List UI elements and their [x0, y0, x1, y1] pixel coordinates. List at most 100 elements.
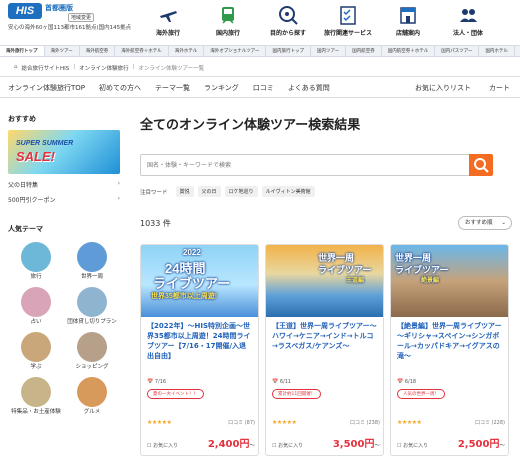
tab-overseas-tour[interactable]: 海外ツアー: [45, 46, 80, 56]
tour-image: 世界一周 ライブツアー 王道編: [266, 245, 383, 317]
sub-nav: オンライン体験旅行TOP 初めての方へ テーマ一覧 ランキング 口コミ よくある…: [0, 76, 520, 98]
tab-overseas-optional[interactable]: 海外オプショナルツアー: [204, 46, 267, 56]
review-count[interactable]: 口コミ (238): [350, 419, 380, 426]
train-icon: [217, 4, 239, 26]
breadcrumb: ⌂ 総合旅行サイトHIS | オンライン体験旅行 | オンライン体験ツアー一覧: [14, 64, 205, 72]
subnav-reviews[interactable]: 口コミ: [253, 83, 274, 93]
theme-image: [21, 377, 51, 407]
subnav-ranking[interactable]: ランキング: [204, 83, 239, 93]
theme-souvenir[interactable]: 特集品・お土産体験: [8, 377, 64, 416]
people-icon: [457, 4, 479, 26]
theme-fortune[interactable]: 占い: [8, 287, 64, 326]
search-input[interactable]: [141, 155, 461, 175]
theme-gourmet[interactable]: グルメ: [64, 377, 120, 416]
subnav-first-time[interactable]: 初めての方へ: [99, 83, 141, 93]
tab-domestic-hotel[interactable]: 国内ホテル: [479, 46, 515, 56]
nav-purpose[interactable]: 目的から探す: [258, 4, 318, 37]
region-label: 首都圏版: [45, 4, 73, 12]
review-count[interactable]: 口コミ (87): [228, 419, 255, 426]
theme-image: [21, 332, 51, 362]
coupon-link[interactable]: 500円引クーポン ›: [8, 189, 120, 204]
home-icon: ⌂: [14, 64, 18, 70]
tour-badge: 累計約11回開催！: [272, 389, 322, 399]
tour-title[interactable]: 【2022年】～HIS特別企画～世界35都市以上周遊！24時間ライブツアー【7/…: [141, 317, 258, 379]
popular-themes-heading: 人気テーマ: [8, 225, 43, 233]
store-icon: [397, 4, 419, 26]
favorite-checkbox[interactable]: ☐ お気に入り: [272, 442, 303, 449]
main-content: 全てのオンライン体験ツアー検索結果 注目ワード 賞悦 父の日 ロケ地巡り ルイヴ…: [140, 114, 512, 456]
theme-image: [21, 242, 51, 272]
tour-card[interactable]: 世界一周 ライブツアー 王道編 【王道】世界一周ライブツアー～ハワイ→ケニア→イ…: [265, 244, 384, 456]
tab-domestic-tour[interactable]: 国内ツアー: [311, 46, 347, 56]
tab-overseas-air[interactable]: 海外航空券: [80, 46, 116, 56]
chevron-right-icon: ›: [117, 180, 120, 187]
theme-travel[interactable]: 旅行: [8, 242, 64, 281]
nav-corporate[interactable]: 法人・団体: [438, 4, 498, 37]
theme-world-trip[interactable]: 世界一周: [64, 242, 120, 281]
keyword-chip[interactable]: 賞悦: [175, 186, 194, 197]
favorite-checkbox[interactable]: ☐ お気に入り: [397, 442, 428, 449]
search-box: [140, 154, 493, 176]
sort-select[interactable]: おすすめ順 ⌄: [458, 216, 512, 230]
tour-title[interactable]: 【絶景編】世界一周ライブツアー～ギリシャ→スペイン→シンガポール→カッパドキア→…: [391, 317, 508, 379]
tab-overseas-air-hotel[interactable]: 海外航空券＋ホテル: [115, 46, 169, 56]
keywords-heading: 注目ワード: [140, 189, 168, 196]
tour-price: 3,500円～: [332, 439, 380, 450]
breadcrumb-home[interactable]: 総合旅行サイトHIS: [22, 64, 70, 72]
theme-image: [77, 287, 107, 317]
sidebar: おすすめ SUPER SUMMER SALE! 父の日特集 › 500円引クーポ…: [8, 114, 128, 416]
search-icon: [474, 158, 489, 173]
tab-overseas-hotel[interactable]: 海外ホテル: [169, 46, 205, 56]
tour-rating: ★★★★★ 口コミ (238): [272, 419, 380, 426]
summer-sale-banner[interactable]: SUPER SUMMER SALE!: [8, 130, 120, 174]
subnav-themes[interactable]: テーマ一覧: [155, 83, 190, 93]
nav-stores[interactable]: 店舗案内: [378, 4, 438, 37]
theme-shopping[interactable]: ショッピング: [64, 332, 120, 371]
tab-domestic-air-hotel[interactable]: 国内航空券＋ホテル: [382, 46, 436, 56]
tour-date: 📅 6/18: [397, 379, 417, 385]
breadcrumb-current: オンライン体験ツアー一覧: [138, 66, 205, 72]
nav-domestic[interactable]: 国内旅行: [198, 4, 258, 37]
nav-services[interactable]: 旅行関連サービス: [318, 4, 378, 37]
tour-title[interactable]: 【王道】世界一周ライブツアー～ハワイ→ケニア→インド→トルコ→ラスベガス/ケアン…: [266, 317, 383, 379]
review-count[interactable]: 口コミ (228): [475, 419, 505, 426]
subnav-faq[interactable]: よくある質問: [288, 83, 330, 93]
star-rating: ★★★★★: [272, 419, 297, 426]
recommend-heading: おすすめ: [8, 115, 36, 123]
fathers-day-link[interactable]: 父の日特集 ›: [8, 174, 120, 189]
subnav-top[interactable]: オンライン体験旅行TOP: [8, 83, 85, 93]
his-logo[interactable]: HIS: [8, 3, 42, 19]
tour-card[interactable]: 2022 24時間 ライブツアー 世界35都市以上周遊! 【2022年】～HIS…: [140, 244, 259, 456]
search-button[interactable]: [469, 154, 493, 176]
tour-rating: ★★★★★ 口コミ (228): [397, 419, 505, 426]
tab-domestic-air[interactable]: 国内航空券: [346, 46, 382, 56]
breadcrumb-online[interactable]: オンライン体験旅行: [79, 64, 129, 72]
theme-image: [77, 377, 107, 407]
tour-date: 📅 7/16: [147, 379, 167, 385]
star-rating: ★★★★★: [397, 419, 422, 426]
page-title: 全てのオンライン体験ツアー検索結果: [140, 118, 361, 133]
result-count: 1033 件: [140, 219, 171, 228]
tour-card[interactable]: 世界一周 ライブツアー 絶景編 【絶景編】世界一周ライブツアー～ギリシャ→スペイ…: [390, 244, 509, 456]
keyword-chip[interactable]: ロケ地巡り: [224, 186, 258, 197]
tour-badge: 人気の世界一周！: [397, 389, 445, 399]
keyword-chip[interactable]: 父の日: [197, 186, 221, 197]
nav-overseas[interactable]: 海外旅行: [138, 4, 198, 37]
keyword-chip[interactable]: ルイヴィトン美術館: [261, 186, 315, 197]
region-change-button[interactable]: 地域変更: [68, 13, 95, 22]
featured-keywords: 注目ワード 賞悦 父の日 ロケ地巡り ルイヴィトン美術館: [140, 186, 315, 197]
tab-overseas-top[interactable]: 海外旅行トップ: [0, 46, 45, 56]
main-nav: 海外旅行 国内旅行 目的から探す 旅行関連サービス 店舗案内 法人・団体: [138, 4, 498, 37]
favorite-checkbox[interactable]: ☐ お気に入り: [147, 442, 178, 449]
tab-domestic-pass[interactable]: 国内パスツアー: [435, 46, 480, 56]
tab-domestic-top[interactable]: 国内旅行トップ: [266, 46, 311, 56]
tour-image: 2022 24時間 ライブツアー 世界35都市以上周遊!: [141, 245, 258, 317]
subnav-cart[interactable]: カート: [489, 83, 510, 93]
theme-group-charter[interactable]: 団体貸し切りプラン: [64, 287, 120, 326]
tour-rating: ★★★★★ 口コミ (87): [147, 419, 255, 426]
theme-learn[interactable]: 学ぶ: [8, 332, 64, 371]
site-header: HIS 首都圏版 地域変更 安心の海外60ヶ国113都市161拠点(国内145拠…: [0, 0, 520, 44]
subnav-favorites[interactable]: お気に入りリスト: [415, 83, 471, 93]
chevron-down-icon: ⌄: [501, 220, 506, 226]
chevron-right-icon: ›: [117, 195, 120, 202]
